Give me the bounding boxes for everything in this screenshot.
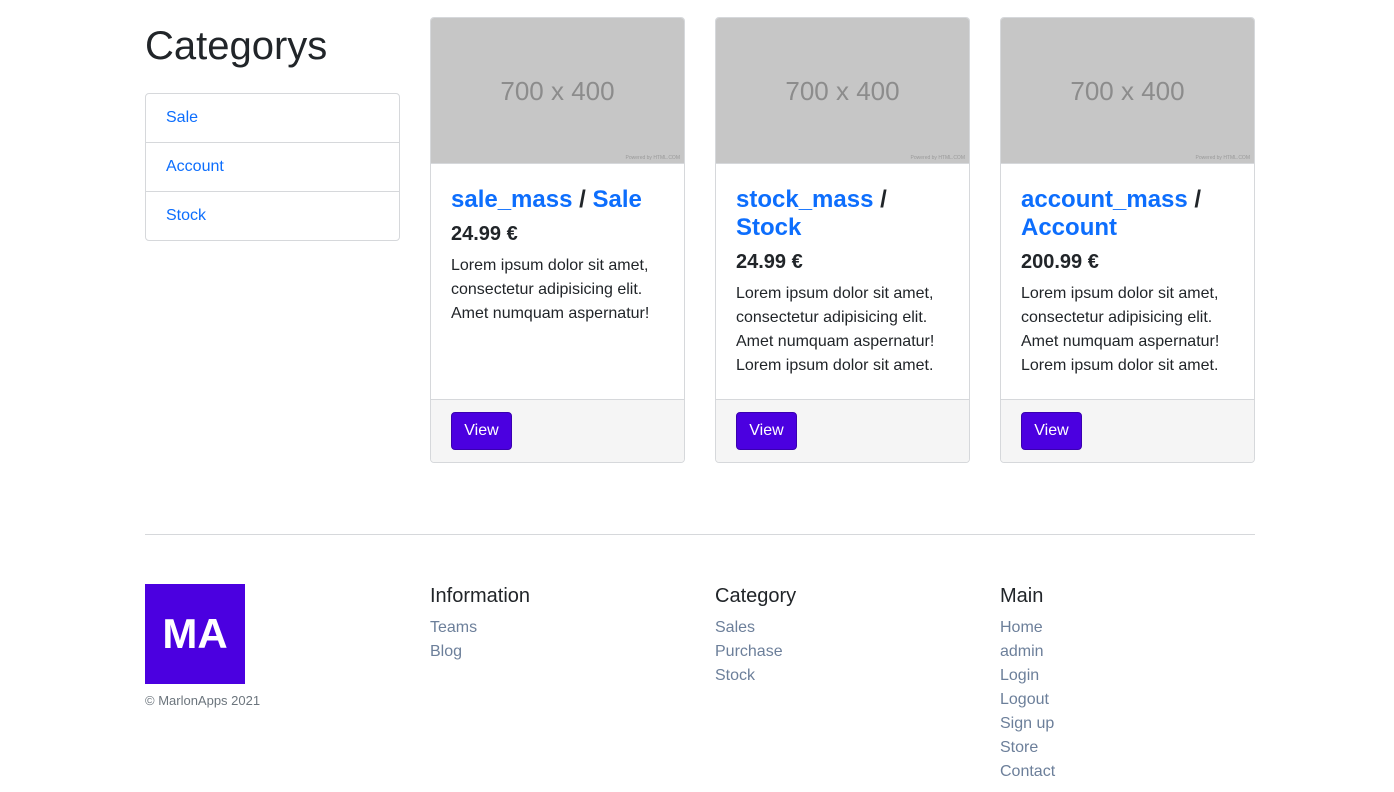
product-price: 24.99 € [451,223,518,245]
category-item-stock[interactable]: Stock [146,192,399,240]
product-title: account_mass / Account [1021,186,1234,242]
image-size-label: 700 x 400 [785,76,900,106]
category-item-sale[interactable]: Sale [146,94,399,143]
product-image-placeholder[interactable]: 700 x 400 Powered by HTML.COM [716,18,969,164]
card-footer: View [716,399,969,462]
product-name-link[interactable]: account_mass [1021,186,1188,213]
footer-column-category: Category Sales Purchase Stock [715,584,796,688]
product-card: 700 x 400 Powered by HTML.COM sale_mass … [430,17,685,463]
image-size-label: 700 x 400 [1070,76,1185,106]
copyright-text: © MarlonApps 2021 [145,693,261,708]
product-name-link[interactable]: sale_mass [451,186,572,213]
image-size-label: 700 x 400 [500,76,615,106]
view-button[interactable]: View [451,412,512,450]
footer-link-purchase[interactable]: Purchase [715,640,796,664]
title-separator: / [880,186,887,213]
image-credit: Powered by HTML.COM [1195,155,1250,161]
footer-column-information: Information Teams Blog [430,584,530,664]
image-credit: Powered by HTML.COM [625,155,680,161]
footer-heading: Information [430,585,531,607]
product-category-link[interactable]: Sale [592,186,641,213]
product-name-link[interactable]: stock_mass [736,186,873,213]
product-category-link[interactable]: Account [1021,214,1117,241]
footer-link-teams[interactable]: Teams [430,616,530,640]
footer-link-contact[interactable]: Contact [1000,760,1055,784]
product-price: 24.99 € [736,251,803,273]
product-description: Lorem ipsum dolor sit amet, consectetur … [451,257,650,322]
product-title: sale_mass / Sale [451,186,664,214]
footer-column-main: Main Home admin Login Logout Sign up Sto… [1000,584,1055,784]
view-button[interactable]: View [736,412,797,450]
product-title: stock_mass / Stock [736,186,949,242]
footer-link-logout[interactable]: Logout [1000,688,1055,712]
footer-link-signup[interactable]: Sign up [1000,712,1055,736]
product-image-placeholder[interactable]: 700 x 400 Powered by HTML.COM [431,18,684,164]
product-category-link[interactable]: Stock [736,214,801,241]
footer-heading: Category [715,585,797,607]
image-credit: Powered by HTML.COM [910,155,965,161]
footer-link-store[interactable]: Store [1000,736,1055,760]
title-separator: / [579,186,586,213]
category-list: Sale Account Stock [145,93,400,241]
footer-link-blog[interactable]: Blog [430,640,530,664]
footer-link-sales[interactable]: Sales [715,616,796,640]
footer-heading: Main [1000,585,1044,607]
category-item-account[interactable]: Account [146,143,399,192]
product-card: 700 x 400 Powered by HTML.COM account_ma… [1000,17,1255,463]
product-image-placeholder[interactable]: 700 x 400 Powered by HTML.COM [1001,18,1254,164]
product-description: Lorem ipsum dolor sit amet, consectetur … [1021,285,1220,374]
title-separator: / [1194,186,1202,213]
card-footer: View [1001,399,1254,462]
product-description: Lorem ipsum dolor sit amet, consectetur … [736,285,935,374]
page-title: Categorys [145,24,328,68]
product-card: 700 x 400 Powered by HTML.COM stock_mass… [715,17,970,463]
footer-link-stock[interactable]: Stock [715,664,796,688]
product-price: 200.99 € [1021,251,1099,273]
footer-link-admin[interactable]: admin [1000,640,1055,664]
footer-link-login[interactable]: Login [1000,664,1055,688]
view-button[interactable]: View [1021,412,1082,450]
card-footer: View [431,399,684,462]
footer-divider [145,534,1255,535]
footer-link-home[interactable]: Home [1000,616,1055,640]
brand-logo: MA [145,584,245,684]
